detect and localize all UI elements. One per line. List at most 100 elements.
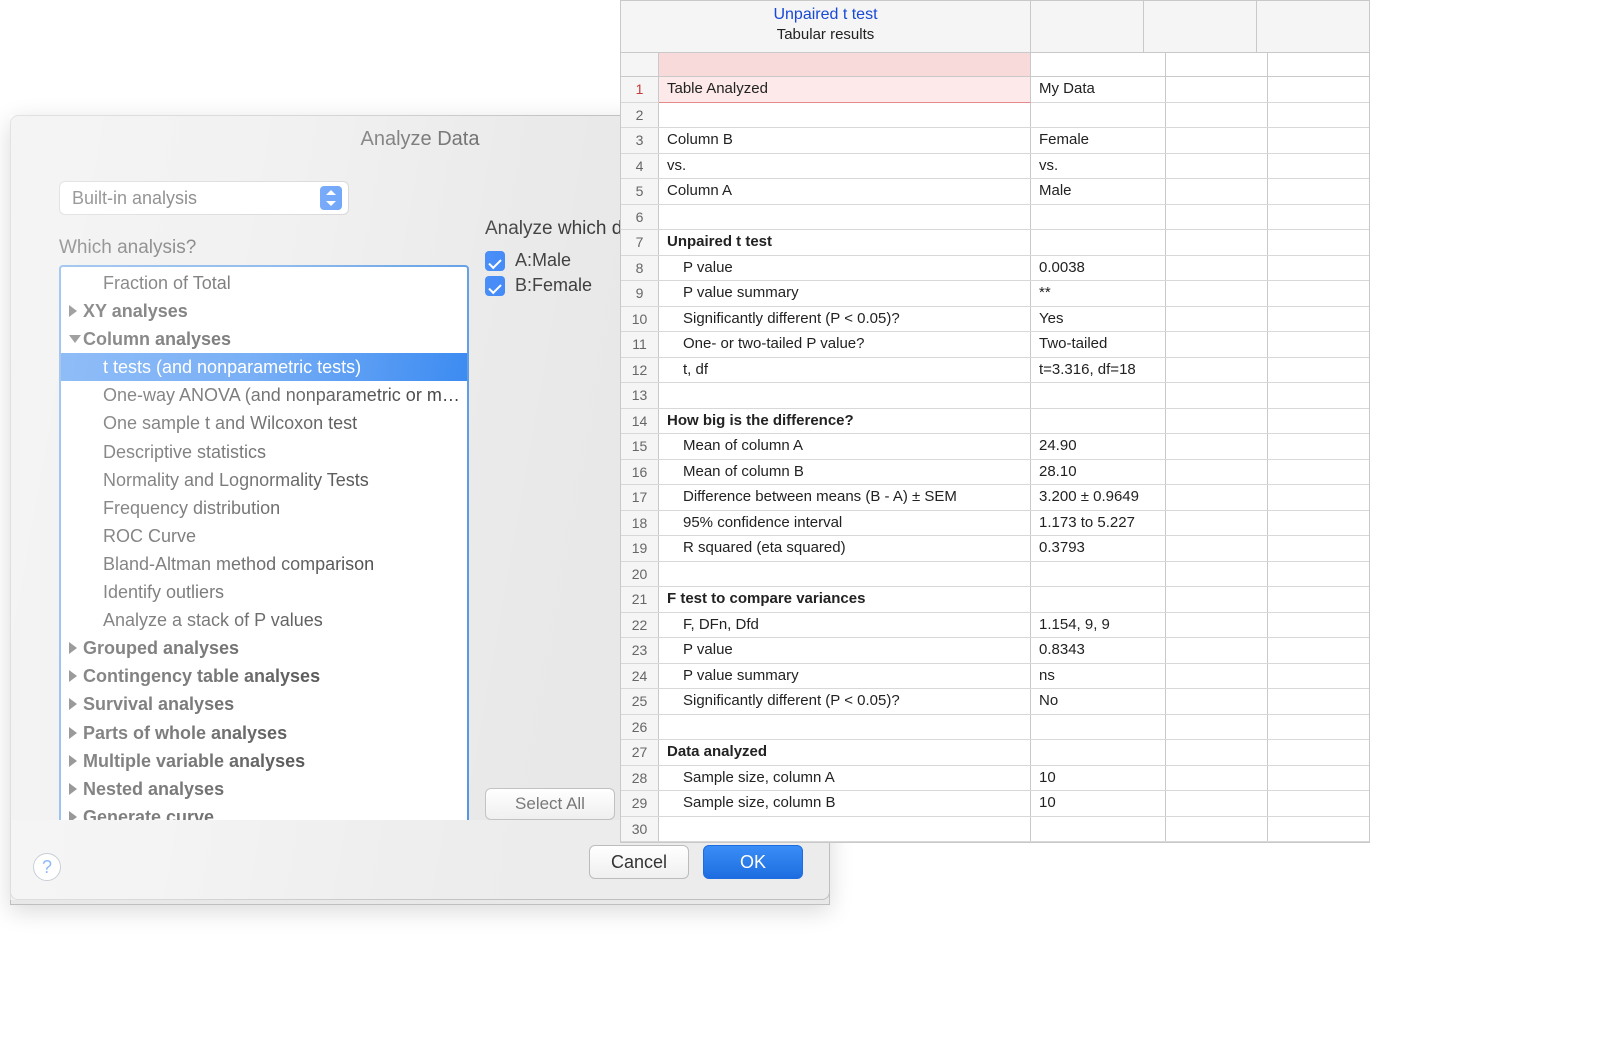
table-row[interactable]: 28Sample size, column A10 [621, 766, 1369, 792]
tree-group-grouped[interactable]: Grouped analyses [61, 634, 467, 662]
table-row[interactable]: 13 [621, 383, 1369, 409]
cell-value [1031, 715, 1166, 740]
cell-empty [1166, 766, 1268, 791]
row-number: 10 [621, 307, 659, 332]
tree-group-parts[interactable]: Parts of whole analyses [61, 719, 467, 747]
row-number: 3 [621, 128, 659, 153]
tree-group-contingency[interactable]: Contingency table analyses [61, 662, 467, 690]
table-row[interactable]: 9P value summary** [621, 281, 1369, 307]
cell-empty [1268, 358, 1369, 383]
tree-item[interactable]: One-way ANOVA (and nonparametric or mixe [61, 381, 467, 409]
table-row[interactable]: 2 [621, 103, 1369, 129]
tree-item[interactable]: Identify outliers [61, 578, 467, 606]
cell-value: Two-tailed [1031, 332, 1166, 357]
table-row[interactable]: 26 [621, 715, 1369, 741]
row-number: 1 [621, 77, 659, 102]
cell-label: Mean of column A [659, 434, 1031, 459]
table-row[interactable]: 21F test to compare variances [621, 587, 1369, 613]
tree-item[interactable]: Descriptive statistics [61, 438, 467, 466]
cell-value [1031, 562, 1166, 587]
help-button[interactable]: ? [33, 853, 61, 881]
cell-empty [1268, 205, 1369, 230]
table-row[interactable]: 6 [621, 205, 1369, 231]
table-row[interactable]: 11One- or two-tailed P value?Two-tailed [621, 332, 1369, 358]
table-row[interactable]: 12t, dft=3.316, df=18 [621, 358, 1369, 384]
table-row[interactable]: 4vs.vs. [621, 154, 1369, 180]
results-title-link[interactable]: Unpaired t test [621, 6, 1030, 24]
row-number: 15 [621, 434, 659, 459]
tree-item[interactable]: Analyze a stack of P values [61, 606, 467, 634]
table-row[interactable]: 1Table AnalyzedMy Data [621, 77, 1369, 103]
table-row[interactable]: 20 [621, 562, 1369, 588]
cell-empty [1268, 383, 1369, 408]
cell-value: No [1031, 689, 1166, 714]
row-number: 11 [621, 332, 659, 357]
cell-empty [1268, 409, 1369, 434]
cell-empty [1166, 103, 1268, 128]
cell-empty [1268, 281, 1369, 306]
cell-empty [1166, 613, 1268, 638]
table-row[interactable]: 24P value summaryns [621, 664, 1369, 690]
tree-item[interactable]: Frequency distribution [61, 494, 467, 522]
cell-empty [1166, 434, 1268, 459]
cancel-button[interactable]: Cancel [589, 845, 689, 879]
cell-empty [1268, 587, 1369, 612]
table-row[interactable]: 5Column AMale [621, 179, 1369, 205]
tree-group-nested[interactable]: Nested analyses [61, 775, 467, 803]
tree-item[interactable]: ROC Curve [61, 522, 467, 550]
tree-group-xy[interactable]: XY analyses [61, 297, 467, 325]
cell-value: My Data [1031, 77, 1166, 102]
table-row[interactable]: 29Sample size, column B10 [621, 791, 1369, 817]
cell-value: 1.173 to 5.227 [1031, 511, 1166, 536]
cell-label: P value summary [659, 664, 1031, 689]
tree-item[interactable]: t tests (and nonparametric tests) [61, 353, 467, 381]
select-all-button[interactable]: Select All [485, 788, 615, 820]
ok-button[interactable]: OK [703, 845, 803, 879]
table-row[interactable]: 23P value0.8343 [621, 638, 1369, 664]
tree-group-column[interactable]: Column analyses [61, 325, 467, 353]
analysis-type-dropdown[interactable]: Built-in analysis [59, 181, 349, 215]
tree-group-multivar[interactable]: Multiple variable analyses [61, 747, 467, 775]
cell-label: t, df [659, 358, 1031, 383]
table-row[interactable]: 8P value0.0038 [621, 256, 1369, 282]
cell-empty [1166, 205, 1268, 230]
tree-item[interactable]: Normality and Lognormality Tests [61, 466, 467, 494]
cell-empty [1268, 689, 1369, 714]
tree-group-survival[interactable]: Survival analyses [61, 690, 467, 718]
table-row[interactable]: 14How big is the difference? [621, 409, 1369, 435]
table-row[interactable]: 15Mean of column A24.90 [621, 434, 1369, 460]
cell-label: F test to compare variances [659, 587, 1031, 612]
row-number: 19 [621, 536, 659, 561]
analysis-tree[interactable]: Fraction of Total XY analyses Column ana… [59, 265, 469, 835]
table-row[interactable]: 1895% confidence interval1.173 to 5.227 [621, 511, 1369, 537]
tree-item[interactable]: One sample t and Wilcoxon test [61, 409, 467, 437]
cell-value [1031, 230, 1166, 255]
table-row[interactable]: 30 [621, 817, 1369, 843]
table-row[interactable]: 16Mean of column B28.10 [621, 460, 1369, 486]
cell-label: Data analyzed [659, 740, 1031, 765]
table-row[interactable]: 7Unpaired t test [621, 230, 1369, 256]
table-row[interactable]: 27Data analyzed [621, 740, 1369, 766]
table-row[interactable]: 10Significantly different (P < 0.05)?Yes [621, 307, 1369, 333]
cell-label [659, 383, 1031, 408]
cell-empty [1166, 791, 1268, 816]
dataset-label: A:Male [515, 250, 571, 271]
cell-value: ns [1031, 664, 1166, 689]
table-row[interactable]: 3Column BFemale [621, 128, 1369, 154]
cell-empty [1268, 817, 1369, 842]
cell-empty [1166, 740, 1268, 765]
tree-item[interactable]: Bland-Altman method comparison [61, 550, 467, 578]
cell-label: Column A [659, 179, 1031, 204]
tree-item-fraction-of-total[interactable]: Fraction of Total [61, 269, 467, 297]
table-row[interactable]: 19R squared (eta squared)0.3793 [621, 536, 1369, 562]
table-row[interactable]: 25Significantly different (P < 0.05)?No [621, 689, 1369, 715]
row-number: 24 [621, 664, 659, 689]
cell-value: 1.154, 9, 9 [1031, 613, 1166, 638]
cell-value: Yes [1031, 307, 1166, 332]
table-row[interactable]: 22F, DFn, Dfd1.154, 9, 9 [621, 613, 1369, 639]
results-sheet: Unpaired t test Tabular results 1Table A… [620, 0, 1370, 843]
row-number: 27 [621, 740, 659, 765]
cell-value: ** [1031, 281, 1166, 306]
table-row[interactable]: 17Difference between means (B - A) ± SEM… [621, 485, 1369, 511]
row-number: 2 [621, 103, 659, 128]
